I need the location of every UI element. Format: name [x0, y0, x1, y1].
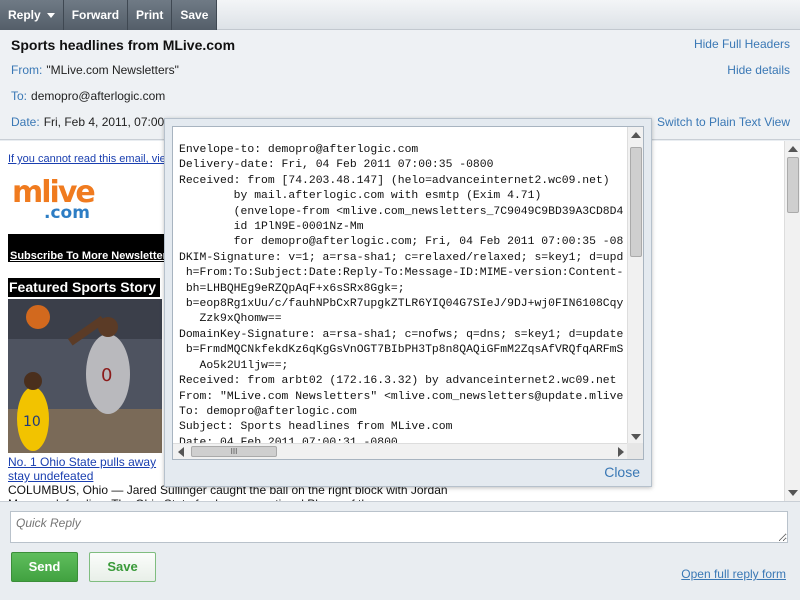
hide-details-link[interactable]: Hide details	[727, 63, 790, 77]
scroll-thumb[interactable]: III	[191, 446, 277, 457]
scroll-thumb[interactable]	[787, 157, 799, 213]
close-button[interactable]: Close	[604, 464, 640, 480]
print-button[interactable]: Print	[128, 0, 173, 30]
toolbar-buttons: Reply Forward Print Save	[0, 0, 218, 30]
reply-button[interactable]: Reply	[0, 0, 64, 30]
scroll-right-icon[interactable]	[618, 447, 624, 457]
from-row: From: "MLive.com Newsletters"	[11, 63, 179, 77]
scroll-left-icon[interactable]	[178, 447, 184, 457]
headers-vertical-scrollbar[interactable]	[627, 127, 643, 445]
cannot-read-link[interactable]: If you cannot read this email, vie	[8, 153, 166, 165]
scroll-up-icon[interactable]	[788, 146, 798, 152]
hide-full-headers-link[interactable]: Hide Full Headers	[694, 37, 790, 51]
scroll-down-icon[interactable]	[788, 490, 798, 496]
quick-reply-area: Send Save Open full reply form	[0, 501, 800, 600]
open-full-reply-link[interactable]: Open full reply form	[681, 567, 786, 581]
subscribe-banner: Subscribe To More Newsletter	[8, 234, 167, 262]
scrollbar-corner	[627, 443, 643, 459]
from-label: From:	[11, 63, 43, 77]
message-subject: Sports headlines from MLive.com	[11, 37, 236, 53]
chevron-down-icon[interactable]	[46, 13, 55, 19]
scroll-down-icon[interactable]	[631, 434, 641, 440]
save-button[interactable]: Save	[172, 0, 218, 30]
date-row: Date: Fri, Feb 4, 2011, 07:00	[11, 115, 164, 129]
svg-text:0: 0	[101, 365, 112, 386]
reply-label: Reply	[8, 8, 41, 22]
logo-subtext: .com	[44, 203, 90, 223]
to-label: To:	[11, 89, 28, 103]
scroll-thumb[interactable]	[630, 147, 642, 257]
to-row: To: demopro@afterlogic.com	[11, 89, 165, 103]
full-headers-text: Envelope-to: demopro@afterlogic.com Deli…	[179, 144, 624, 443]
date-value: Fri, Feb 4, 2011, 07:00	[43, 115, 165, 129]
quick-reply-input[interactable]	[10, 511, 788, 543]
message-scrollbar[interactable]	[784, 141, 800, 501]
message-toolbar: Reply Forward Print Save	[0, 0, 800, 30]
basketball-photo-illustration: 0 10	[8, 299, 162, 453]
date-label: Date:	[11, 115, 40, 129]
send-button[interactable]: Send	[11, 552, 78, 582]
save-reply-button[interactable]: Save	[89, 552, 156, 582]
story-headline-link[interactable]: No. 1 Ohio State pulls away stay undefea…	[8, 455, 178, 483]
full-headers-popup: Envelope-to: demopro@afterlogic.com Deli…	[164, 118, 652, 487]
switch-plain-text-link[interactable]: Switch to Plain Text View	[657, 115, 790, 129]
to-value[interactable]: demopro@afterlogic.com	[31, 89, 165, 103]
headers-horizontal-scrollbar[interactable]: III	[173, 443, 629, 459]
svg-text:10: 10	[23, 414, 41, 430]
full-headers-viewer: Envelope-to: demopro@afterlogic.com Deli…	[172, 126, 644, 460]
subscribe-link[interactable]: Subscribe To More Newsletter	[10, 250, 167, 262]
featured-heading: Featured Sports Story	[8, 278, 160, 297]
mlive-logo[interactable]: mlive .com	[12, 177, 122, 224]
scroll-up-icon[interactable]	[631, 132, 641, 138]
forward-button[interactable]: Forward	[64, 0, 129, 30]
story-photo[interactable]: 0 10	[8, 299, 162, 453]
from-value[interactable]: "MLive.com Newsletters"	[46, 63, 179, 77]
